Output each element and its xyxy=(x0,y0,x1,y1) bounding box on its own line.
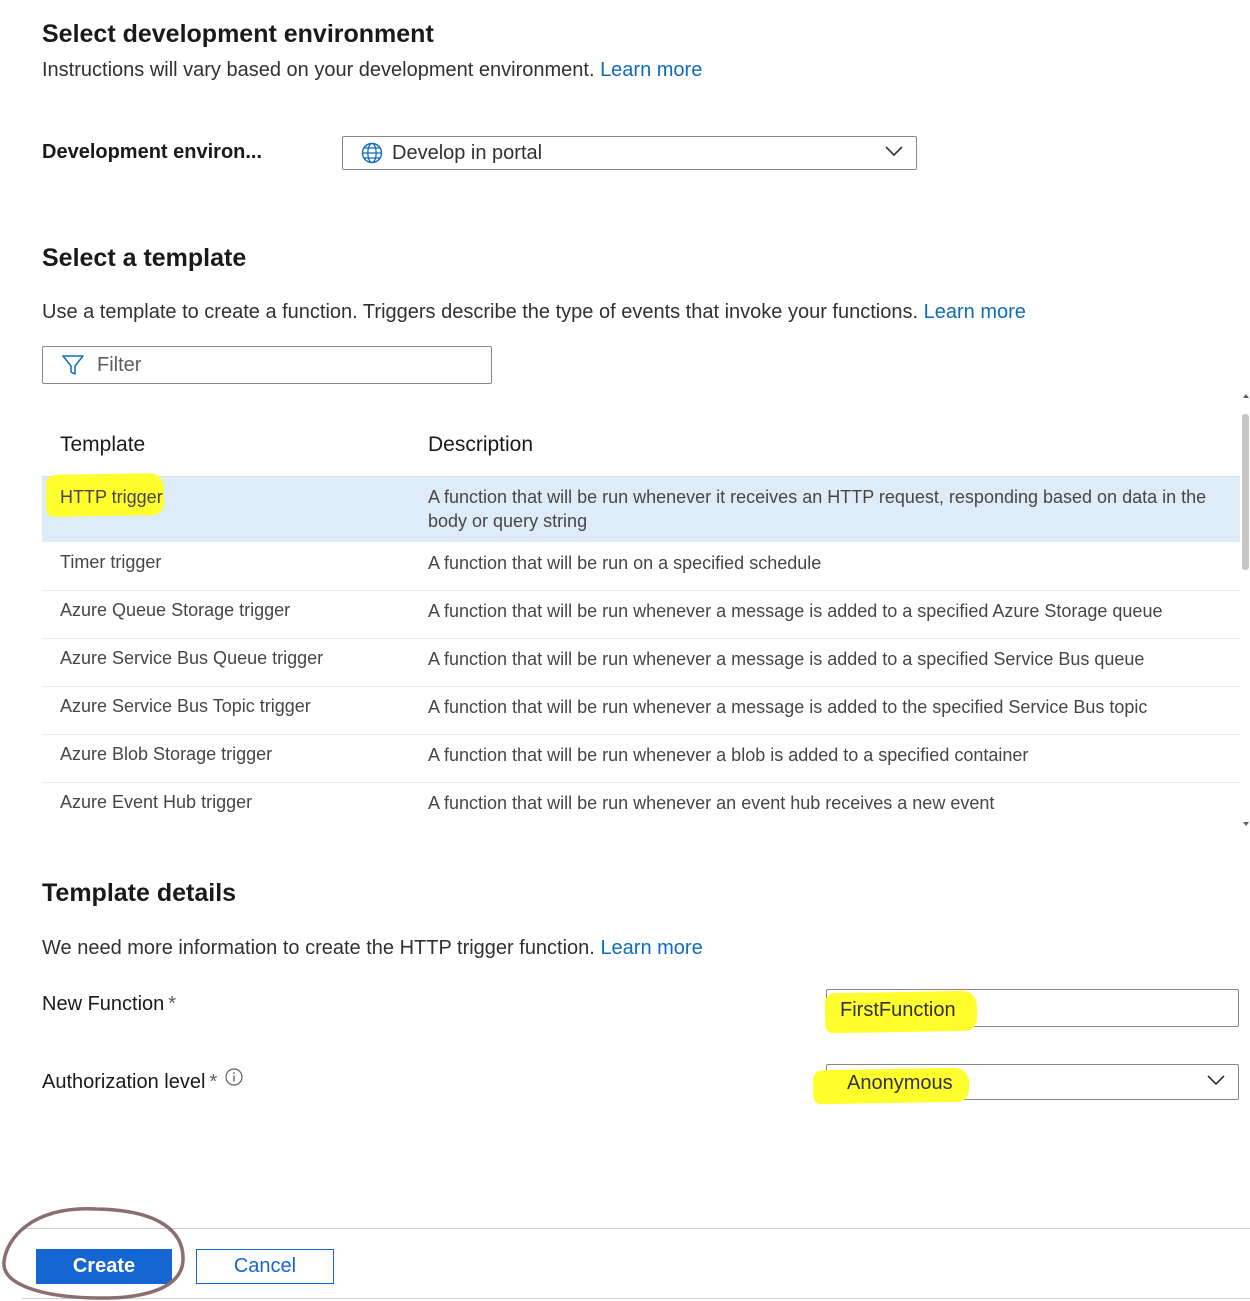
scroll-down-arrow-icon[interactable] xyxy=(1242,820,1250,828)
template-description-cell: A function that will be run whenever a m… xyxy=(428,649,1145,669)
chevron-down-icon xyxy=(1206,1073,1226,1091)
chevron-down-icon xyxy=(884,144,904,162)
new-function-label-text: New Function xyxy=(42,993,165,1015)
dev-env-description: Instructions will vary based on your dev… xyxy=(42,59,702,82)
annotation-circle-mark xyxy=(2,1207,185,1300)
grid-scrollbar[interactable] xyxy=(1240,390,1250,830)
scroll-thumb[interactable] xyxy=(1242,414,1249,570)
filter-icon xyxy=(61,353,85,377)
template-name: Azure Service Bus Queue trigger xyxy=(60,648,324,668)
dev-env-field-label: Development environ... xyxy=(42,141,263,163)
dev-env-heading: Select development environment xyxy=(42,20,434,48)
template-row-http-trigger[interactable]: HTTP trigger A function that will be run… xyxy=(42,472,1240,542)
footer-bottom-divider xyxy=(22,1298,1250,1299)
required-mark: * xyxy=(209,1071,218,1093)
dev-env-learn-more-link[interactable]: Learn more xyxy=(600,59,702,81)
template-description-cell: A function that will be run whenever it … xyxy=(428,487,1207,531)
template-description-cell: A function that will be run whenever an … xyxy=(428,793,995,813)
template-details-learn-more-link[interactable]: Learn more xyxy=(600,937,702,959)
new-function-input[interactable]: FirstFunction xyxy=(824,989,1239,1034)
required-mark: * xyxy=(168,993,177,1015)
dev-env-description-text: Instructions will vary based on your dev… xyxy=(42,59,595,81)
template-description-cell: A function that will be run on a specifi… xyxy=(428,553,822,573)
authorization-level-label-text: Authorization level xyxy=(42,1071,206,1093)
template-details-description: We need more information to create the H… xyxy=(42,937,703,960)
info-icon[interactable] xyxy=(225,1068,243,1092)
template-name: HTTP trigger xyxy=(60,487,163,507)
template-learn-more-link[interactable]: Learn more xyxy=(924,301,1026,323)
template-name: Azure Event Hub trigger xyxy=(60,792,253,812)
authorization-level-dropdown[interactable]: Anonymous xyxy=(812,1064,1239,1105)
filter-input[interactable] xyxy=(95,352,459,378)
template-row-queue-storage-trigger[interactable]: Azure Queue Storage trigger A function t… xyxy=(42,590,1240,639)
template-row-blob-storage-trigger[interactable]: Azure Blob Storage trigger A function th… xyxy=(42,734,1240,783)
template-heading: Select a template xyxy=(42,244,247,272)
column-header-template[interactable]: Template xyxy=(60,433,145,457)
filter-box[interactable] xyxy=(42,346,492,384)
template-description-cell: A function that will be run whenever a b… xyxy=(428,745,1029,765)
grid-header: Template Description xyxy=(42,390,1240,477)
template-description-cell: A function that will be run whenever a m… xyxy=(428,601,1163,621)
template-name: Timer trigger xyxy=(60,552,162,572)
template-row-service-bus-queue-trigger[interactable]: Azure Service Bus Queue trigger A functi… xyxy=(42,638,1240,687)
authorization-level-value: Anonymous xyxy=(847,1072,953,1094)
authorization-level-label: Authorization level * xyxy=(42,1068,243,1094)
globe-icon xyxy=(361,142,383,164)
template-row-event-hub-trigger[interactable]: Azure Event Hub trigger A function that … xyxy=(42,782,1240,830)
template-description-text: Use a template to create a function. Tri… xyxy=(42,301,919,323)
template-details-heading: Template details xyxy=(42,879,237,907)
footer-divider xyxy=(22,1228,1250,1229)
template-name: Azure Service Bus Topic trigger xyxy=(60,696,311,716)
template-grid: Template Description HTTP trigger A func… xyxy=(42,390,1240,830)
new-function-value: FirstFunction xyxy=(840,999,956,1021)
dev-env-selected-value: Develop in portal xyxy=(392,141,543,164)
template-row-service-bus-topic-trigger[interactable]: Azure Service Bus Topic trigger A functi… xyxy=(42,686,1240,735)
template-name: Azure Blob Storage trigger xyxy=(60,744,273,764)
cancel-button[interactable]: Cancel xyxy=(196,1249,334,1284)
template-details-description-text: We need more information to create the H… xyxy=(42,937,595,959)
template-description: Use a template to create a function. Tri… xyxy=(42,301,1026,324)
column-header-description[interactable]: Description xyxy=(428,433,533,457)
dev-env-dropdown[interactable]: Develop in portal xyxy=(342,136,917,170)
template-description-cell: A function that will be run whenever a m… xyxy=(428,697,1148,717)
new-function-label: New Function * xyxy=(42,993,176,1016)
template-name: Azure Queue Storage trigger xyxy=(60,600,291,620)
scroll-up-arrow-icon[interactable] xyxy=(1242,392,1250,400)
template-row-timer-trigger[interactable]: Timer trigger A function that will be ru… xyxy=(42,542,1240,591)
